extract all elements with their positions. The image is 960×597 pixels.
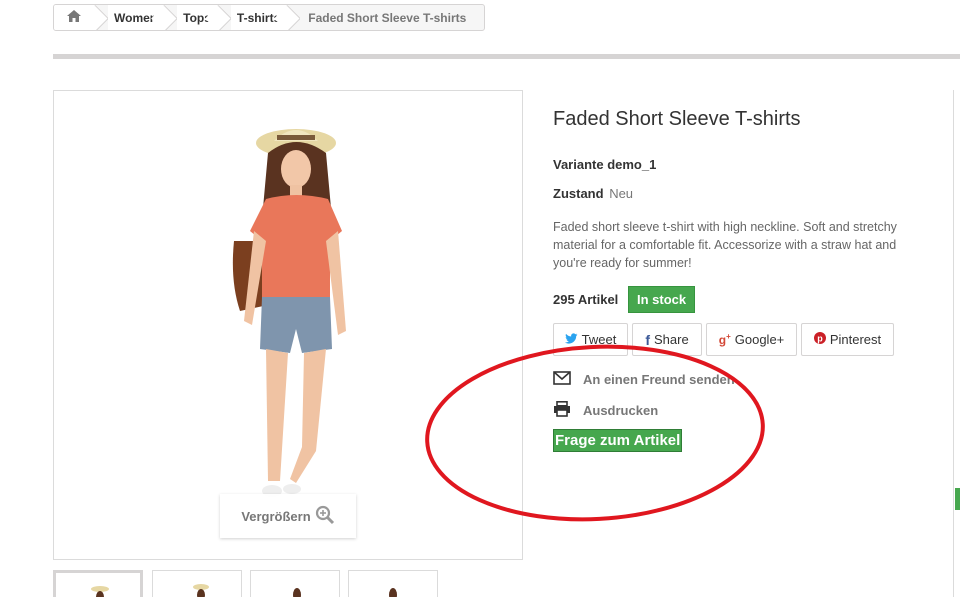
- condition-value: Neu: [609, 186, 634, 201]
- thumbnail[interactable]: [250, 570, 340, 597]
- twitter-icon: [564, 332, 578, 347]
- thumbnail[interactable]: [348, 570, 438, 597]
- product-reference: Variante demo_1: [553, 157, 657, 172]
- facebook-share-button[interactable]: f Share: [632, 323, 702, 356]
- home-icon: [66, 9, 82, 26]
- thumbnail[interactable]: [53, 570, 143, 597]
- send-to-friend-link[interactable]: An einen Freund senden: [553, 371, 735, 388]
- breadcrumb: Women Tops T-shirts Faded Short Sleeve T…: [53, 4, 485, 31]
- pinterest-label: Pinterest: [829, 332, 882, 347]
- right-column-green-button-edge[interactable]: [955, 488, 960, 510]
- zoom-label: Vergrößern: [241, 508, 311, 524]
- breadcrumb-separator: [286, 5, 300, 30]
- quantity-available: 295 Artikel: [553, 292, 619, 307]
- google-plus-label: Google+: [734, 332, 785, 347]
- svg-text:p: p: [817, 334, 823, 344]
- facebook-icon: f: [645, 331, 650, 348]
- pinterest-button[interactable]: p Pinterest: [801, 323, 894, 356]
- print-link[interactable]: Ausdrucken: [553, 401, 658, 420]
- product-description: Faded short sleeve t-shirt with high nec…: [553, 220, 897, 270]
- product-photo: [232, 129, 346, 497]
- send-to-friend-label: An einen Freund senden: [583, 372, 735, 387]
- thumbnail[interactable]: [152, 570, 242, 597]
- zoom-icon: [315, 505, 335, 528]
- google-plus-button[interactable]: g+ Google+: [706, 323, 797, 356]
- right-column-border: [953, 90, 954, 597]
- breadcrumb-separator: [163, 5, 177, 30]
- printer-icon: [553, 401, 571, 420]
- envelope-icon: [553, 371, 571, 388]
- tweet-button[interactable]: Tweet: [553, 323, 628, 356]
- product-image[interactable]: [53, 90, 523, 560]
- tweet-label: Tweet: [581, 332, 617, 347]
- share-label: Share: [653, 332, 689, 347]
- pinterest-icon: p: [813, 332, 826, 347]
- google-plus-icon: g+: [718, 332, 731, 347]
- print-label: Ausdrucken: [583, 403, 659, 418]
- ask-question-button[interactable]: Frage zum Artikel: [553, 429, 683, 452]
- product-title: Faded Short Sleeve T-shirts: [553, 108, 801, 130]
- breadcrumb-separator: [94, 5, 108, 30]
- page-divider: [53, 54, 960, 59]
- product-condition: Zustand Neu: [553, 186, 633, 201]
- breadcrumb-separator: [217, 5, 231, 30]
- condition-label: Zustand: [553, 186, 604, 201]
- breadcrumb-current: Faded Short Sleeve T-shirts: [300, 5, 479, 30]
- stock-badge: In stock: [628, 286, 696, 313]
- zoom-button[interactable]: Vergrößern: [220, 494, 356, 538]
